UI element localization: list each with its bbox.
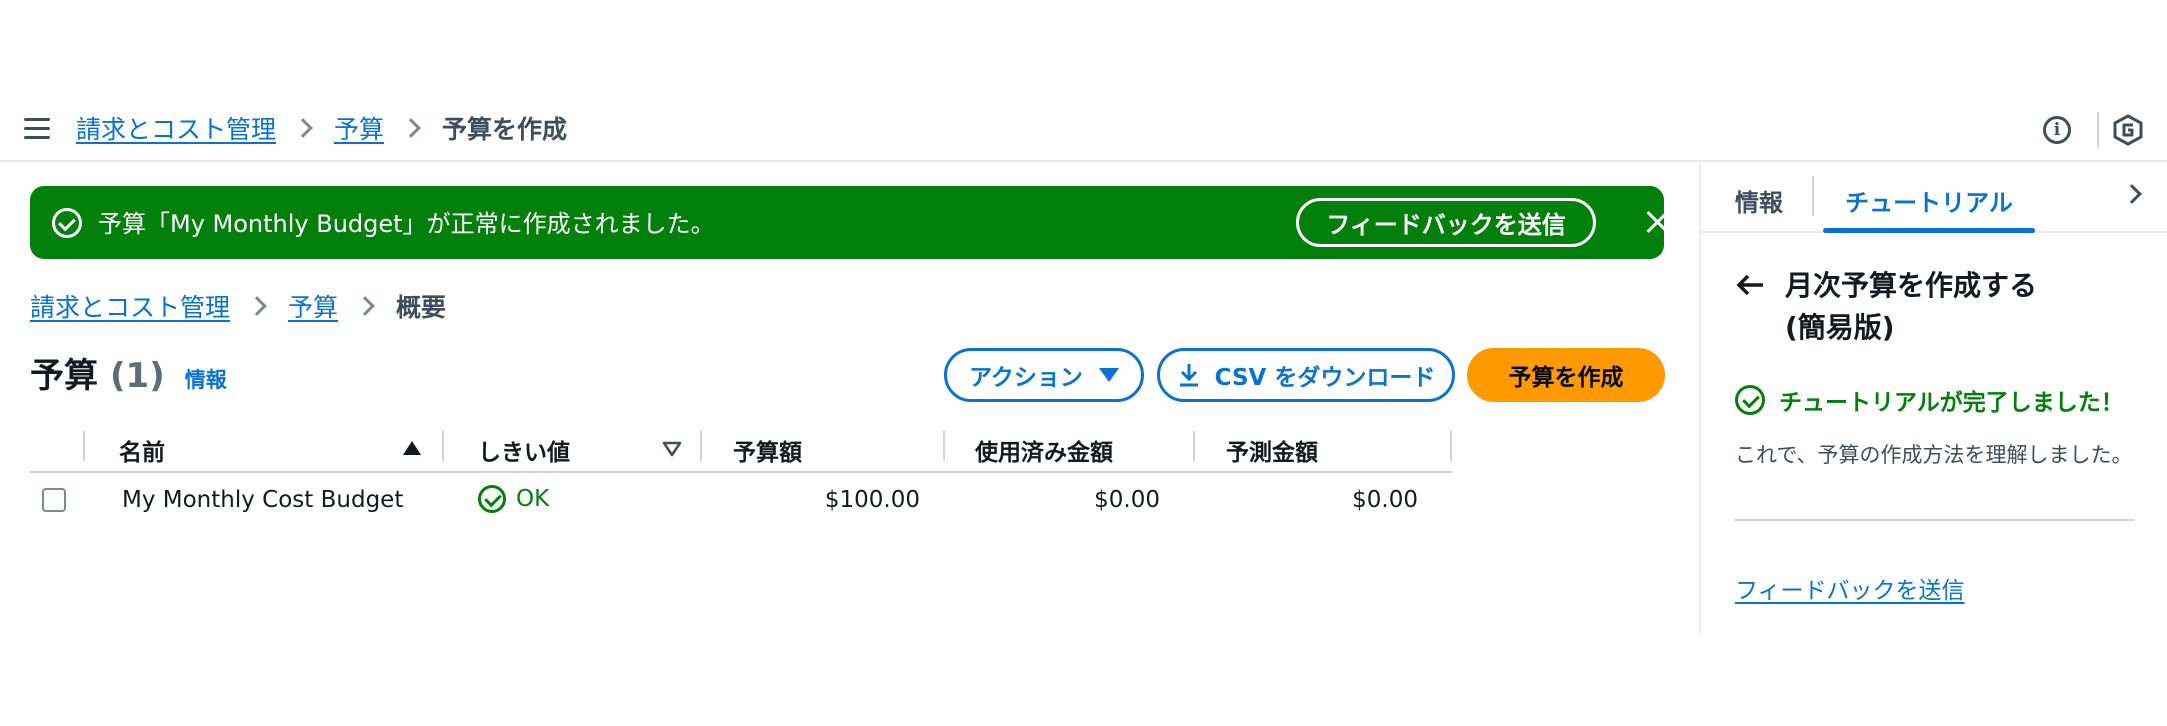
row-checkbox[interactable] bbox=[42, 488, 66, 512]
tutorial-description: これで、予算の作成方法を理解しました。 bbox=[1735, 443, 2133, 467]
menu-icon[interactable] bbox=[24, 118, 50, 140]
tutorial-complete-status: チュートリアルが完了しました！ bbox=[1735, 383, 2124, 417]
column-divider bbox=[83, 431, 85, 461]
column-divider bbox=[1193, 431, 1195, 461]
sort-descending-icon[interactable] bbox=[662, 441, 682, 457]
cell-forecast-amount: $0.00 bbox=[1352, 487, 1418, 513]
caret-down-icon bbox=[1098, 368, 1119, 382]
breadcrumb-current: 予算を作成 bbox=[442, 115, 568, 144]
breadcrumb-billing[interactable]: 請求とコスト管理 bbox=[30, 288, 230, 324]
top-utility-icons: i bbox=[2043, 110, 2167, 150]
chevron-right-icon bbox=[293, 118, 313, 138]
cell-name: My Monthly Cost Budget bbox=[122, 487, 404, 513]
hexagon-icon[interactable] bbox=[2113, 114, 2143, 146]
create-budget-button[interactable]: 予算を作成 bbox=[1467, 348, 1665, 402]
tutorial-complete-text: チュートリアルが完了しました！ bbox=[1779, 390, 2124, 416]
table-row[interactable]: My Monthly Cost Budget OK $100.00 $0.00 … bbox=[30, 473, 1452, 531]
divider bbox=[2097, 112, 2099, 148]
tab-info[interactable]: 情報 bbox=[1735, 183, 1783, 218]
download-csv-button[interactable]: CSV をダウンロード bbox=[1157, 348, 1455, 402]
download-csv-label: CSV をダウンロード bbox=[1214, 365, 1436, 391]
active-tab-indicator bbox=[1823, 228, 2035, 233]
budgets-table: 名前 しきい値 予算額 使用済み金額 予測金額 My Monthly Cost … bbox=[30, 423, 1452, 531]
page-title: 予算 bbox=[30, 356, 98, 396]
column-used[interactable]: 使用済み金額 bbox=[975, 433, 1113, 467]
main-content: 予算「My Monthly Budget」が正常に作成されました。 フィードバッ… bbox=[0, 163, 1700, 633]
chevron-right-icon bbox=[401, 118, 421, 138]
item-count: (1) bbox=[110, 356, 165, 396]
chevron-right-icon bbox=[247, 296, 267, 316]
column-divider bbox=[943, 431, 945, 461]
column-divider bbox=[442, 431, 444, 461]
check-circle-icon bbox=[52, 208, 82, 238]
actions-label: アクション bbox=[969, 365, 1083, 391]
column-budget[interactable]: 予算額 bbox=[733, 433, 802, 467]
threshold-status: OK bbox=[516, 486, 550, 512]
tab-divider bbox=[1812, 176, 1814, 216]
chevron-right-icon[interactable] bbox=[2122, 184, 2142, 204]
column-forecast[interactable]: 予測金額 bbox=[1226, 433, 1318, 467]
check-circle-icon bbox=[1735, 385, 1765, 415]
divider bbox=[1735, 519, 2135, 521]
page-header: 予算 (1) 情報 bbox=[30, 348, 227, 408]
close-icon[interactable] bbox=[1644, 208, 1672, 236]
column-threshold[interactable]: しきい値 bbox=[478, 433, 570, 467]
download-icon bbox=[1179, 364, 1198, 387]
actions-button[interactable]: アクション bbox=[944, 348, 1144, 402]
top-navigation: 請求とコスト管理 予算 予算を作成 i bbox=[0, 100, 2167, 162]
feedback-button[interactable]: フィードバックを送信 bbox=[1296, 198, 1596, 247]
breadcrumb-billing[interactable]: 請求とコスト管理 bbox=[76, 110, 276, 146]
tab-tutorial-label: チュートリアル bbox=[1845, 189, 2013, 217]
column-name[interactable]: 名前 bbox=[119, 433, 165, 467]
chevron-right-icon bbox=[355, 296, 375, 316]
column-divider bbox=[1450, 431, 1452, 461]
breadcrumb-current: 概要 bbox=[396, 293, 447, 322]
feedback-link[interactable]: フィードバックを送信 bbox=[1735, 571, 1965, 605]
flash-message: 予算「My Monthly Budget」が正常に作成されました。 bbox=[98, 210, 715, 238]
cell-budget-amount: $100.00 bbox=[824, 487, 920, 513]
tab-tutorial[interactable]: チュートリアル bbox=[1823, 183, 2035, 233]
info-link[interactable]: 情報 bbox=[185, 364, 227, 394]
tutorial-title-line2: (簡易版) bbox=[1785, 311, 1895, 344]
panel-tabs: 情報 チュートリアル bbox=[1701, 163, 2167, 233]
arrow-left-icon[interactable] bbox=[1735, 273, 1765, 297]
top-breadcrumb: 請求とコスト管理 予算 予算を作成 bbox=[76, 108, 567, 148]
column-divider bbox=[700, 431, 702, 461]
table-header: 名前 しきい値 予算額 使用済み金額 予測金額 bbox=[30, 423, 1452, 473]
info-icon[interactable]: i bbox=[2043, 116, 2071, 144]
tutorial-title: 月次予算を作成する (簡易版) bbox=[1785, 265, 2037, 349]
check-circle-icon bbox=[478, 485, 506, 513]
cell-used-amount: $0.00 bbox=[1094, 487, 1160, 513]
inner-breadcrumb: 請求とコスト管理 予算 概要 bbox=[30, 286, 446, 326]
help-panel: 情報 チュートリアル 月次予算を作成する (簡易版) チュートリアルが完了しまし… bbox=[1699, 163, 2167, 633]
breadcrumb-budgets[interactable]: 予算 bbox=[334, 110, 384, 146]
success-flash: 予算「My Monthly Budget」が正常に作成されました。 フィードバッ… bbox=[30, 186, 1664, 259]
sort-ascending-icon[interactable] bbox=[403, 441, 421, 455]
tutorial-title-line1: 月次予算を作成する bbox=[1785, 269, 2038, 302]
cell-threshold: OK bbox=[478, 485, 549, 513]
breadcrumb-budgets[interactable]: 予算 bbox=[288, 288, 338, 324]
